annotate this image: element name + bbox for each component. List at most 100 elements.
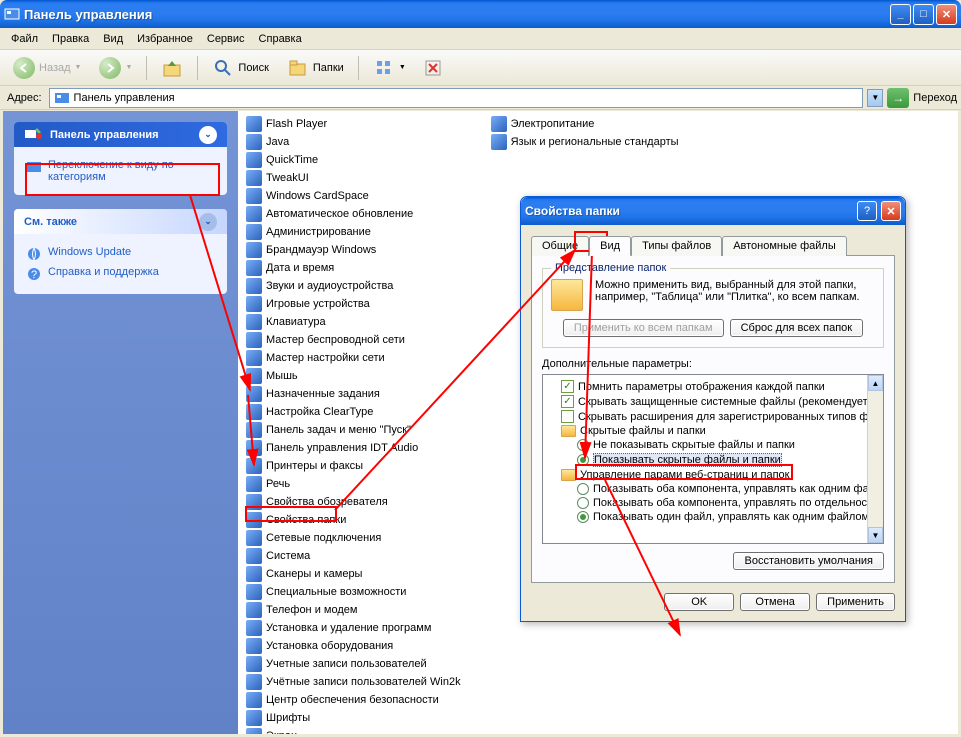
adv-hide-extensions[interactable]: Скрывать расширения для зарегистрированн…	[545, 409, 881, 424]
forward-dropdown-icon: ▼	[125, 64, 132, 71]
cp-item[interactable]: Звуки и аудиоустройства	[246, 277, 461, 295]
menu-tools[interactable]: Сервис	[200, 31, 252, 47]
cp-item-icon	[246, 422, 262, 438]
cp-item[interactable]: Шрифты	[246, 709, 461, 727]
menu-view[interactable]: Вид	[96, 31, 130, 47]
cp-item[interactable]: QuickTime	[246, 151, 461, 169]
help-button[interactable]: ?	[857, 201, 877, 221]
cp-item-icon	[246, 674, 262, 690]
cp-item[interactable]: Дата и время	[246, 259, 461, 277]
search-button[interactable]: Поиск	[205, 54, 275, 82]
menu-favorites[interactable]: Избранное	[130, 31, 200, 47]
panel-header[interactable]: Панель управления ⌄	[14, 122, 227, 147]
cp-item[interactable]: Администрирование	[246, 223, 461, 241]
adv-dont-show-hidden[interactable]: Не показывать скрытые файлы и папки	[545, 438, 881, 452]
cp-item[interactable]: Windows CardSpace	[246, 187, 461, 205]
go-button[interactable]: →	[887, 88, 909, 108]
cp-item[interactable]: TweakUI	[246, 169, 461, 187]
cp-item[interactable]: Речь	[246, 475, 461, 493]
adv-show-hidden[interactable]: Показывать скрытые файлы и папки	[545, 452, 881, 468]
adv-hide-protected[interactable]: ✓Скрывать защищенные системные файлы (ре…	[545, 394, 881, 409]
cp-item[interactable]: Flash Player	[246, 115, 461, 133]
reset-all-button[interactable]: Сброс для всех папок	[730, 319, 864, 337]
cp-item[interactable]: Мастер беспроводной сети	[246, 331, 461, 349]
cp-item[interactable]: Свойства обозревателя	[246, 493, 461, 511]
cp-item[interactable]: Мастер настройки сети	[246, 349, 461, 367]
group-description: Можно применить вид, выбранный для этой …	[595, 279, 875, 303]
cp-item-label: Сетевые подключения	[266, 532, 381, 544]
cp-item[interactable]: Телефон и модем	[246, 601, 461, 619]
adv-pair-both-single[interactable]: Показывать оба компонента, управлять как…	[545, 482, 881, 496]
adv-remember-view[interactable]: ✓Помнить параметры отображения каждой па…	[545, 379, 881, 394]
cp-item[interactable]: Клавиатура	[246, 313, 461, 331]
cp-item[interactable]: Настройка ClearType	[246, 403, 461, 421]
cp-item-icon	[246, 224, 262, 240]
cp-item[interactable]: Сканеры и камеры	[246, 565, 461, 583]
apply-to-all-button[interactable]: Применить ко всем папкам	[563, 319, 724, 337]
views-button[interactable]: ▼	[366, 54, 413, 82]
sidebar-link-help[interactable]: ? Справка и поддержка	[26, 264, 215, 284]
chevron-up-icon: ⌄	[199, 126, 217, 144]
cp-item-label: Установка и удаление программ	[266, 622, 431, 634]
folders-button[interactable]: Папки	[280, 54, 351, 82]
cp-item[interactable]: Установка и удаление программ	[246, 619, 461, 637]
cp-item[interactable]: Учетные записи пользователей	[246, 655, 461, 673]
cancel-button[interactable]: Отмена	[740, 593, 810, 611]
scroll-up-button[interactable]: ▲	[868, 375, 883, 391]
cp-item[interactable]: Установка оборудования	[246, 637, 461, 655]
cp-item[interactable]: Центр обеспечения безопасности	[246, 691, 461, 709]
cp-item-icon	[246, 638, 262, 654]
address-dropdown-button[interactable]: ▼	[867, 89, 883, 107]
close-button[interactable]: ✕	[936, 4, 957, 25]
cp-item[interactable]: Брандмауэр Windows	[246, 241, 461, 259]
apply-button[interactable]: Применить	[816, 593, 895, 611]
tab-offline-files[interactable]: Автономные файлы	[722, 236, 847, 256]
cp-item-label: Администрирование	[266, 226, 371, 238]
scroll-down-button[interactable]: ▼	[868, 527, 883, 543]
delete-icon	[424, 59, 442, 77]
cp-item[interactable]: Экран	[246, 727, 461, 734]
menu-help[interactable]: Справка	[252, 31, 309, 47]
cp-item[interactable]: Панель управления IDT Audio	[246, 439, 461, 457]
cp-item[interactable]: Панель задач и меню "Пуск"	[246, 421, 461, 439]
tab-file-types[interactable]: Типы файлов	[631, 236, 722, 256]
adv-pair-both-separate[interactable]: Показывать оба компонента, управлять по …	[545, 496, 881, 510]
up-button[interactable]	[154, 54, 190, 82]
menu-file[interactable]: Файл	[4, 31, 45, 47]
sidebar-link-windows-update[interactable]: Windows Update	[26, 244, 215, 264]
cp-item[interactable]: Свойства папки	[246, 511, 461, 529]
forward-button[interactable]: ▼	[92, 54, 139, 82]
sidebar-link-category-view[interactable]: Переключение к виду по категориям	[26, 157, 215, 185]
tab-general[interactable]: Общие	[531, 236, 589, 256]
ok-button[interactable]: OK	[664, 593, 734, 611]
cp-item[interactable]: Java	[246, 133, 461, 151]
scrollbar[interactable]: ▲ ▼	[867, 375, 883, 543]
cp-item-icon	[246, 350, 262, 366]
minimize-button[interactable]: _	[890, 4, 911, 25]
cp-item[interactable]: Язык и региональные стандарты	[491, 133, 679, 151]
delete-button[interactable]	[417, 54, 449, 82]
cp-item-icon	[246, 440, 262, 456]
cp-item[interactable]: Специальные возможности	[246, 583, 461, 601]
cp-item[interactable]: Назначенные задания	[246, 385, 461, 403]
maximize-button[interactable]: □	[913, 4, 934, 25]
cp-item[interactable]: Система	[246, 547, 461, 565]
cp-item-label: Панель управления IDT Audio	[266, 442, 418, 454]
cp-item[interactable]: Учётные записи пользователей Win2k	[246, 673, 461, 691]
tab-view[interactable]: Вид	[589, 236, 631, 256]
adv-pair-single[interactable]: Показывать один файл, управлять как одни…	[545, 510, 881, 524]
cp-item[interactable]: Принтеры и факсы	[246, 457, 461, 475]
cp-item[interactable]: Мышь	[246, 367, 461, 385]
restore-defaults-button[interactable]: Восстановить умолчания	[733, 552, 884, 570]
advanced-settings-list[interactable]: ✓Помнить параметры отображения каждой па…	[542, 374, 884, 544]
address-input[interactable]: Панель управления	[49, 88, 864, 108]
dialog-close-button[interactable]: ✕	[881, 201, 901, 221]
cp-item[interactable]: Автоматическое обновление	[246, 205, 461, 223]
back-button[interactable]: Назад ▼	[6, 54, 88, 82]
panel-header[interactable]: См. также ⌄	[14, 209, 227, 234]
menu-edit[interactable]: Правка	[45, 31, 96, 47]
cp-item-label: Автоматическое обновление	[266, 208, 413, 220]
cp-item[interactable]: Электропитание	[491, 115, 679, 133]
cp-item[interactable]: Игровые устройства	[246, 295, 461, 313]
cp-item[interactable]: Сетевые подключения	[246, 529, 461, 547]
